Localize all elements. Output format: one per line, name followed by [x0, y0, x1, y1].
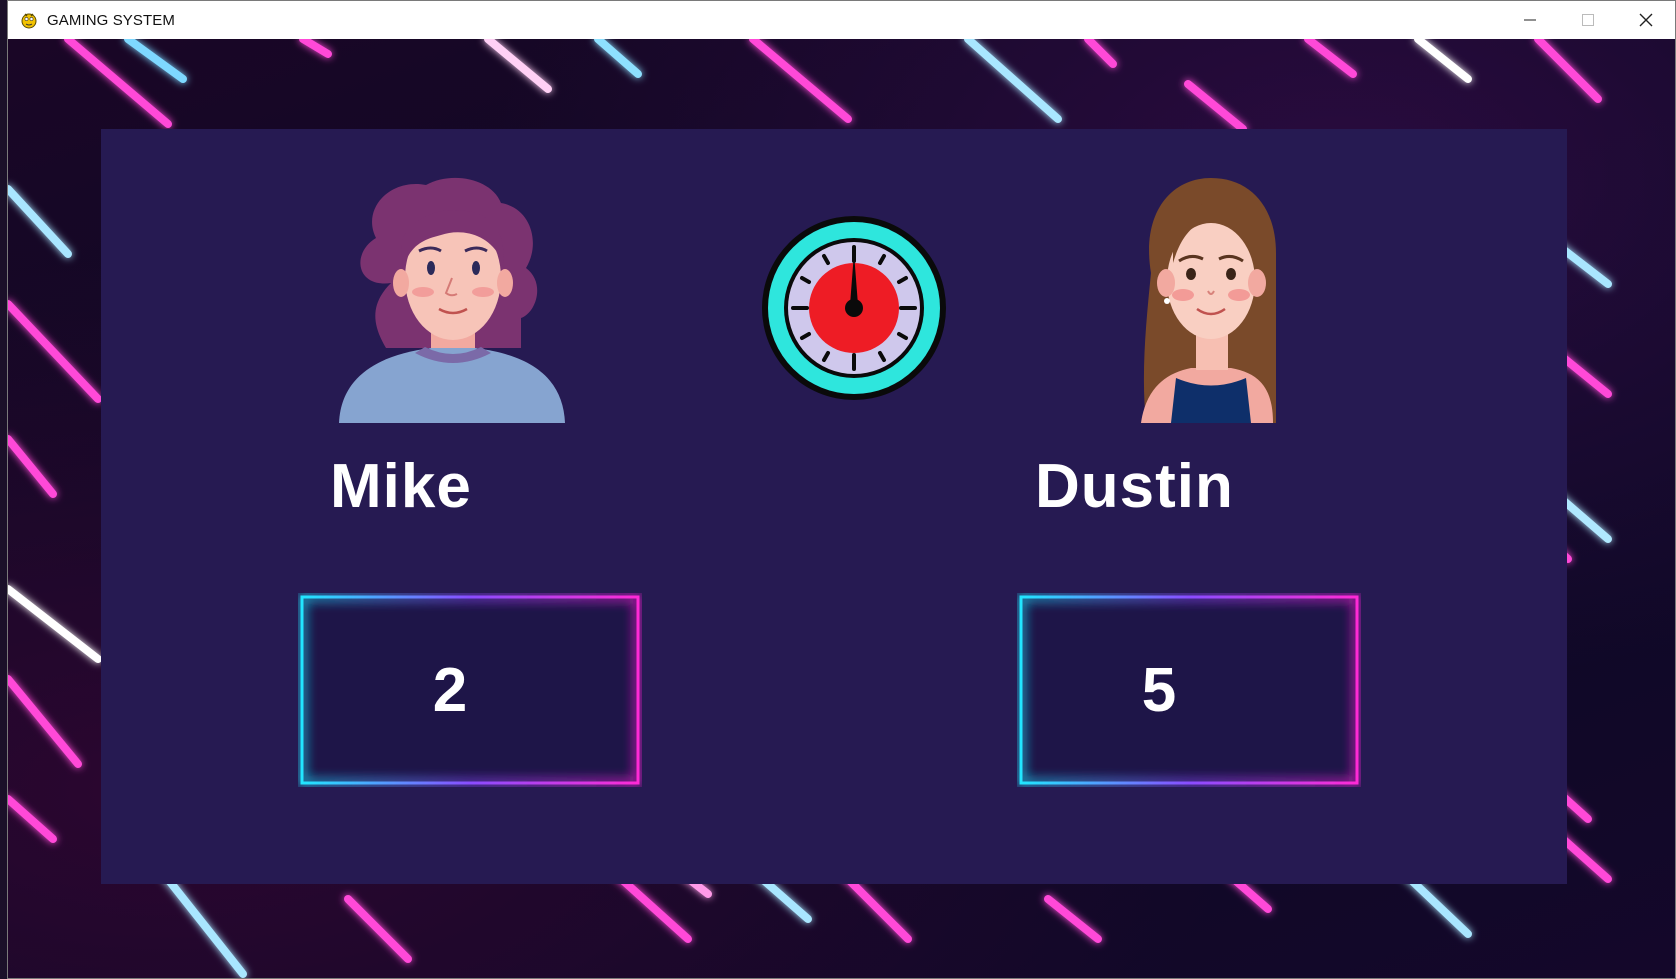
- game-canvas: Mike Dustin 2 5: [8, 39, 1675, 978]
- player-2-score: 5: [1141, 655, 1177, 725]
- title-bar: GAMING SYSTEM: [8, 1, 1675, 40]
- curly-hair-person-avatar: [339, 177, 565, 423]
- player-2-name: Dustin: [1035, 452, 1234, 521]
- player-2-score-box: 5: [1017, 593, 1361, 787]
- player-1-name: Mike: [330, 452, 472, 521]
- game-window: GAMING SYSTEM Mike Dustin 2 5: [7, 0, 1676, 979]
- player-1-score-box: 2: [298, 593, 642, 787]
- maximize-button[interactable]: [1559, 1, 1617, 39]
- minimize-button[interactable]: [1501, 1, 1559, 39]
- window-title: GAMING SYSTEM: [47, 11, 175, 29]
- minimize-icon: [1524, 19, 1536, 21]
- player-1-score: 2: [432, 655, 468, 725]
- maximize-icon: [1582, 14, 1594, 26]
- scoreboard-panel: Mike Dustin 2 5: [101, 129, 1567, 884]
- pygame-snake-icon: [21, 13, 37, 29]
- close-icon: [1639, 13, 1653, 27]
- long-hair-girl-avatar: [1141, 178, 1276, 423]
- close-button[interactable]: [1617, 1, 1675, 39]
- stopwatch-icon: [762, 216, 946, 400]
